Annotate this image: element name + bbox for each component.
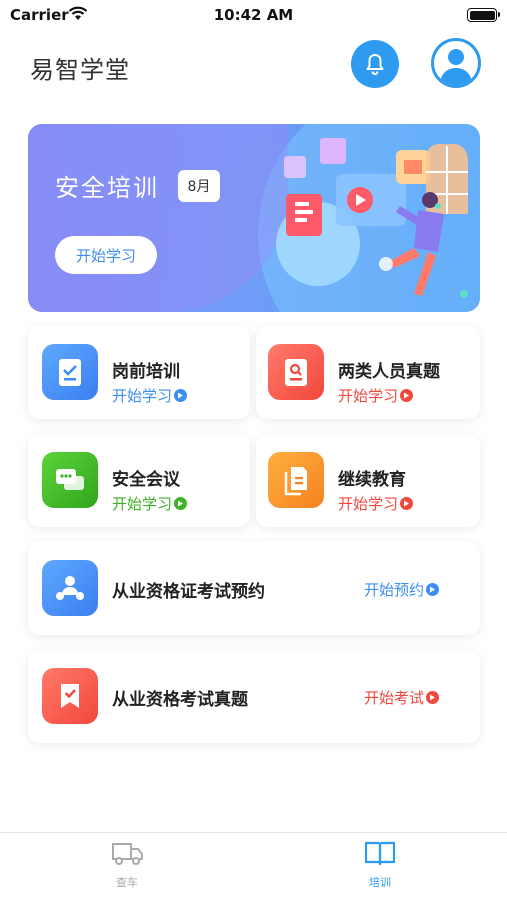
battery-icon bbox=[467, 8, 500, 22]
card-title: 两类人员真题 bbox=[338, 362, 440, 382]
two-types-personnel-exam-card[interactable]: 两类人员真题 开始学习 bbox=[256, 325, 480, 419]
banner-title: 安全培训 bbox=[55, 174, 159, 202]
play-icon bbox=[174, 497, 188, 510]
start-booking-link[interactable]: 开始预约 bbox=[364, 579, 440, 600]
notification-button[interactable] bbox=[351, 40, 399, 88]
play-icon bbox=[426, 691, 440, 704]
card-title: 从业资格证考试预约 bbox=[112, 582, 265, 602]
play-icon bbox=[400, 389, 414, 402]
avatar[interactable] bbox=[431, 38, 481, 88]
qualification-exam-booking-card[interactable]: 从业资格证考试预约 开始预约 bbox=[28, 541, 480, 635]
book-icon bbox=[364, 841, 396, 866]
play-icon bbox=[174, 389, 188, 402]
tab-label: 查车 bbox=[116, 876, 138, 889]
safety-meeting-card[interactable]: 安全会议 开始学习 bbox=[28, 433, 250, 527]
training-illustration bbox=[276, 138, 468, 298]
qualification-exam-questions-card[interactable]: 从业资格考试真题 开始考试 bbox=[28, 649, 480, 743]
document-search-icon bbox=[268, 344, 324, 400]
tab-vehicle-check[interactable]: 查车 bbox=[97, 839, 157, 890]
card-title: 安全会议 bbox=[112, 470, 180, 490]
card-title: 从业资格考试真题 bbox=[112, 690, 248, 710]
clock: 10:42 AM bbox=[213, 6, 294, 24]
play-icon bbox=[400, 497, 414, 510]
continuing-education-card[interactable]: 继续教育 开始学习 bbox=[256, 433, 480, 527]
user-icon bbox=[440, 49, 472, 85]
start-learning-link[interactable]: 开始学习 bbox=[112, 385, 188, 406]
play-icon bbox=[426, 583, 440, 596]
start-learning-link[interactable]: 开始学习 bbox=[338, 493, 414, 514]
tab-bar: 查车 培训 bbox=[0, 832, 507, 900]
tab-label: 培训 bbox=[369, 876, 391, 889]
status-bar: Carrier 10:42 AM bbox=[0, 0, 507, 30]
files-icon bbox=[268, 452, 324, 508]
month-badge: 8月 bbox=[178, 170, 220, 202]
start-learning-link[interactable]: 开始学习 bbox=[338, 385, 414, 406]
checklist-icon bbox=[42, 344, 98, 400]
bell-icon bbox=[366, 54, 384, 75]
pre-job-training-card[interactable]: 岗前培训 开始学习 bbox=[28, 325, 250, 419]
chat-icon bbox=[42, 452, 98, 508]
start-exam-link[interactable]: 开始考试 bbox=[364, 687, 440, 708]
card-title: 继续教育 bbox=[338, 470, 406, 490]
page-title: 易智学堂 bbox=[30, 56, 130, 84]
start-learning-button[interactable]: 开始学习 bbox=[55, 236, 157, 274]
bookmark-check-icon bbox=[42, 668, 98, 724]
card-title: 岗前培训 bbox=[112, 362, 180, 382]
tab-training[interactable]: 培训 bbox=[350, 839, 410, 890]
start-learning-link[interactable]: 开始学习 bbox=[112, 493, 188, 514]
truck-icon bbox=[112, 843, 143, 865]
safety-training-banner[interactable]: 安全培训 8月 开始学习 bbox=[28, 124, 480, 312]
header: 易智学堂 bbox=[0, 36, 507, 92]
people-icon bbox=[42, 560, 98, 616]
